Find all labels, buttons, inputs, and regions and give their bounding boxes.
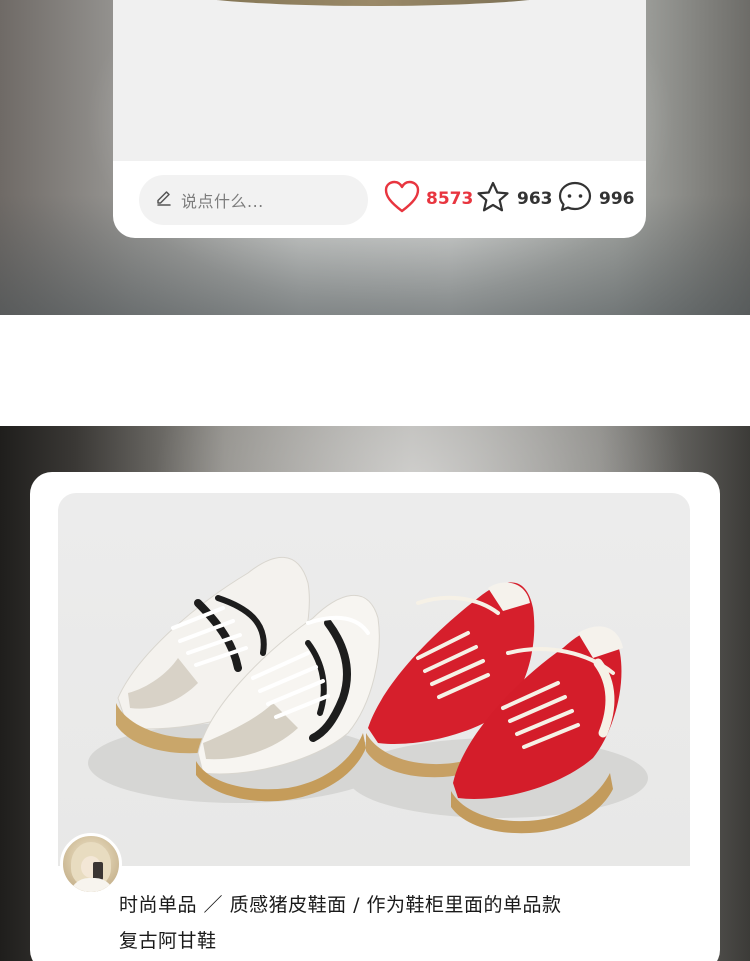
comment-count: 996 [599,189,635,209]
comment-button[interactable]: 996 [557,181,635,217]
like-count: 8573 [426,189,474,209]
caption-line-1: 时尚单品 ／ 质感猪皮鞋面 / 作为鞋柜里面的单品款 [119,894,562,916]
favorite-count: 963 [517,189,553,209]
chat-bubble-icon [557,180,593,218]
caption-line-2: 复古阿甘鞋 [119,930,217,952]
post-card-top: 说点什么... 8573 963 996 [113,0,646,238]
post-image-top[interactable] [113,0,646,161]
pencil-icon [155,189,173,211]
favorite-button[interactable]: 963 [475,181,553,217]
comment-input[interactable]: 说点什么... [139,175,368,225]
post-caption: 时尚单品 ／ 质感猪皮鞋面 / 作为鞋柜里面的单品款 复古阿甘鞋 [119,887,679,959]
post-card-bottom: 时尚单品 ／ 质感猪皮鞋面 / 作为鞋柜里面的单品款 复古阿甘鞋 [30,472,720,961]
comment-placeholder: 说点什么... [181,192,264,211]
heart-icon [384,180,420,218]
like-button[interactable]: 8573 [384,180,474,218]
star-icon [475,180,511,218]
product-photo[interactable] [58,493,690,866]
sneakers-illustration [88,556,648,834]
author-avatar[interactable] [60,833,122,895]
shoe-sole-fragment [173,0,573,6]
